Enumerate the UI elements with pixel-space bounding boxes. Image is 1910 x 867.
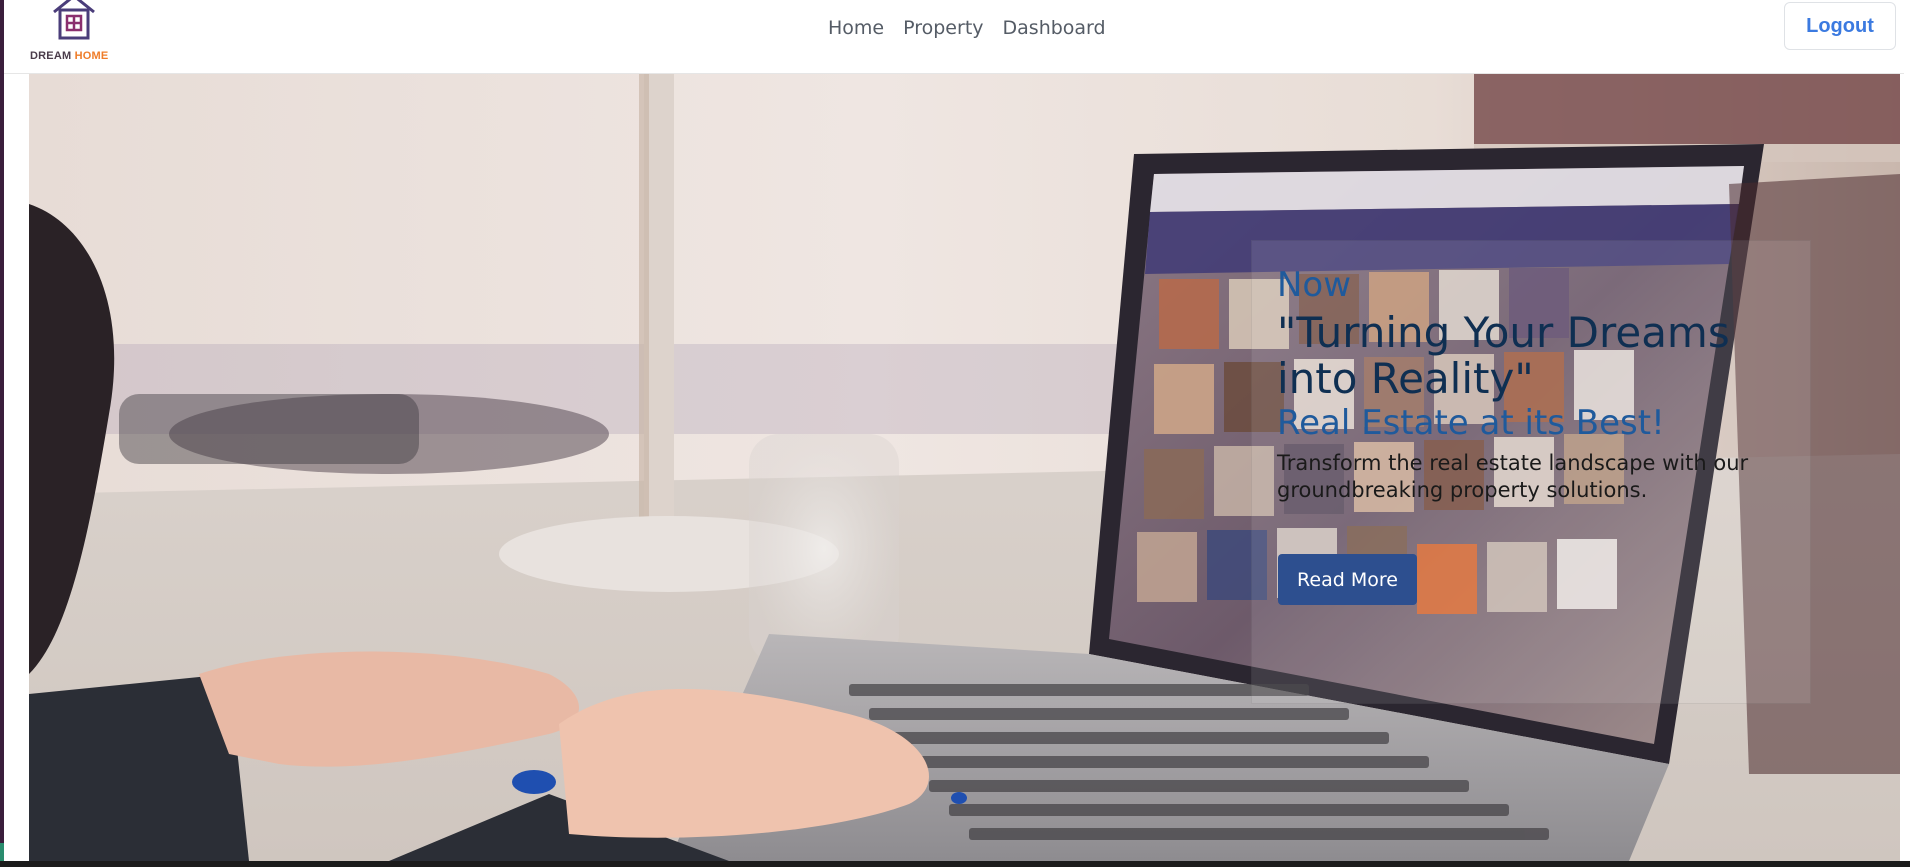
nav-link-dashboard[interactable]: Dashboard [1003, 15, 1106, 41]
main-nav: Home Property Dashboard [828, 15, 1106, 41]
hero-banner: Now "Turning Your Dreams into Reality" R… [29, 74, 1900, 861]
read-more-button[interactable]: Read More [1278, 554, 1417, 605]
page: DREAM HOME Home Property Dashboard Logou… [0, 0, 1910, 867]
window-corner-accent [0, 843, 4, 861]
hero-description: Transform the real estate landscape with… [1277, 451, 1749, 502]
hero-eyebrow: Now [1277, 265, 1352, 305]
window-edge [0, 0, 4, 867]
brand-name-dream: DREAM [30, 50, 72, 62]
brand-name: DREAM HOME [30, 50, 108, 62]
nav-link-home[interactable]: Home [828, 15, 884, 41]
logout-button[interactable]: Logout [1784, 2, 1896, 50]
house-icon [53, 0, 95, 40]
navbar: DREAM HOME Home Property Dashboard Logou… [4, 0, 1904, 74]
taskbar-edge [0, 861, 1910, 867]
hero-tagline: Real Estate at its Best! [1277, 403, 1665, 443]
nav-link-property[interactable]: Property [903, 15, 983, 41]
brand-name-home: HOME [74, 50, 109, 62]
hero-headline: "Turning Your Dreams into Reality" [1277, 308, 1730, 403]
logo[interactable]: DREAM HOME [30, 0, 120, 66]
